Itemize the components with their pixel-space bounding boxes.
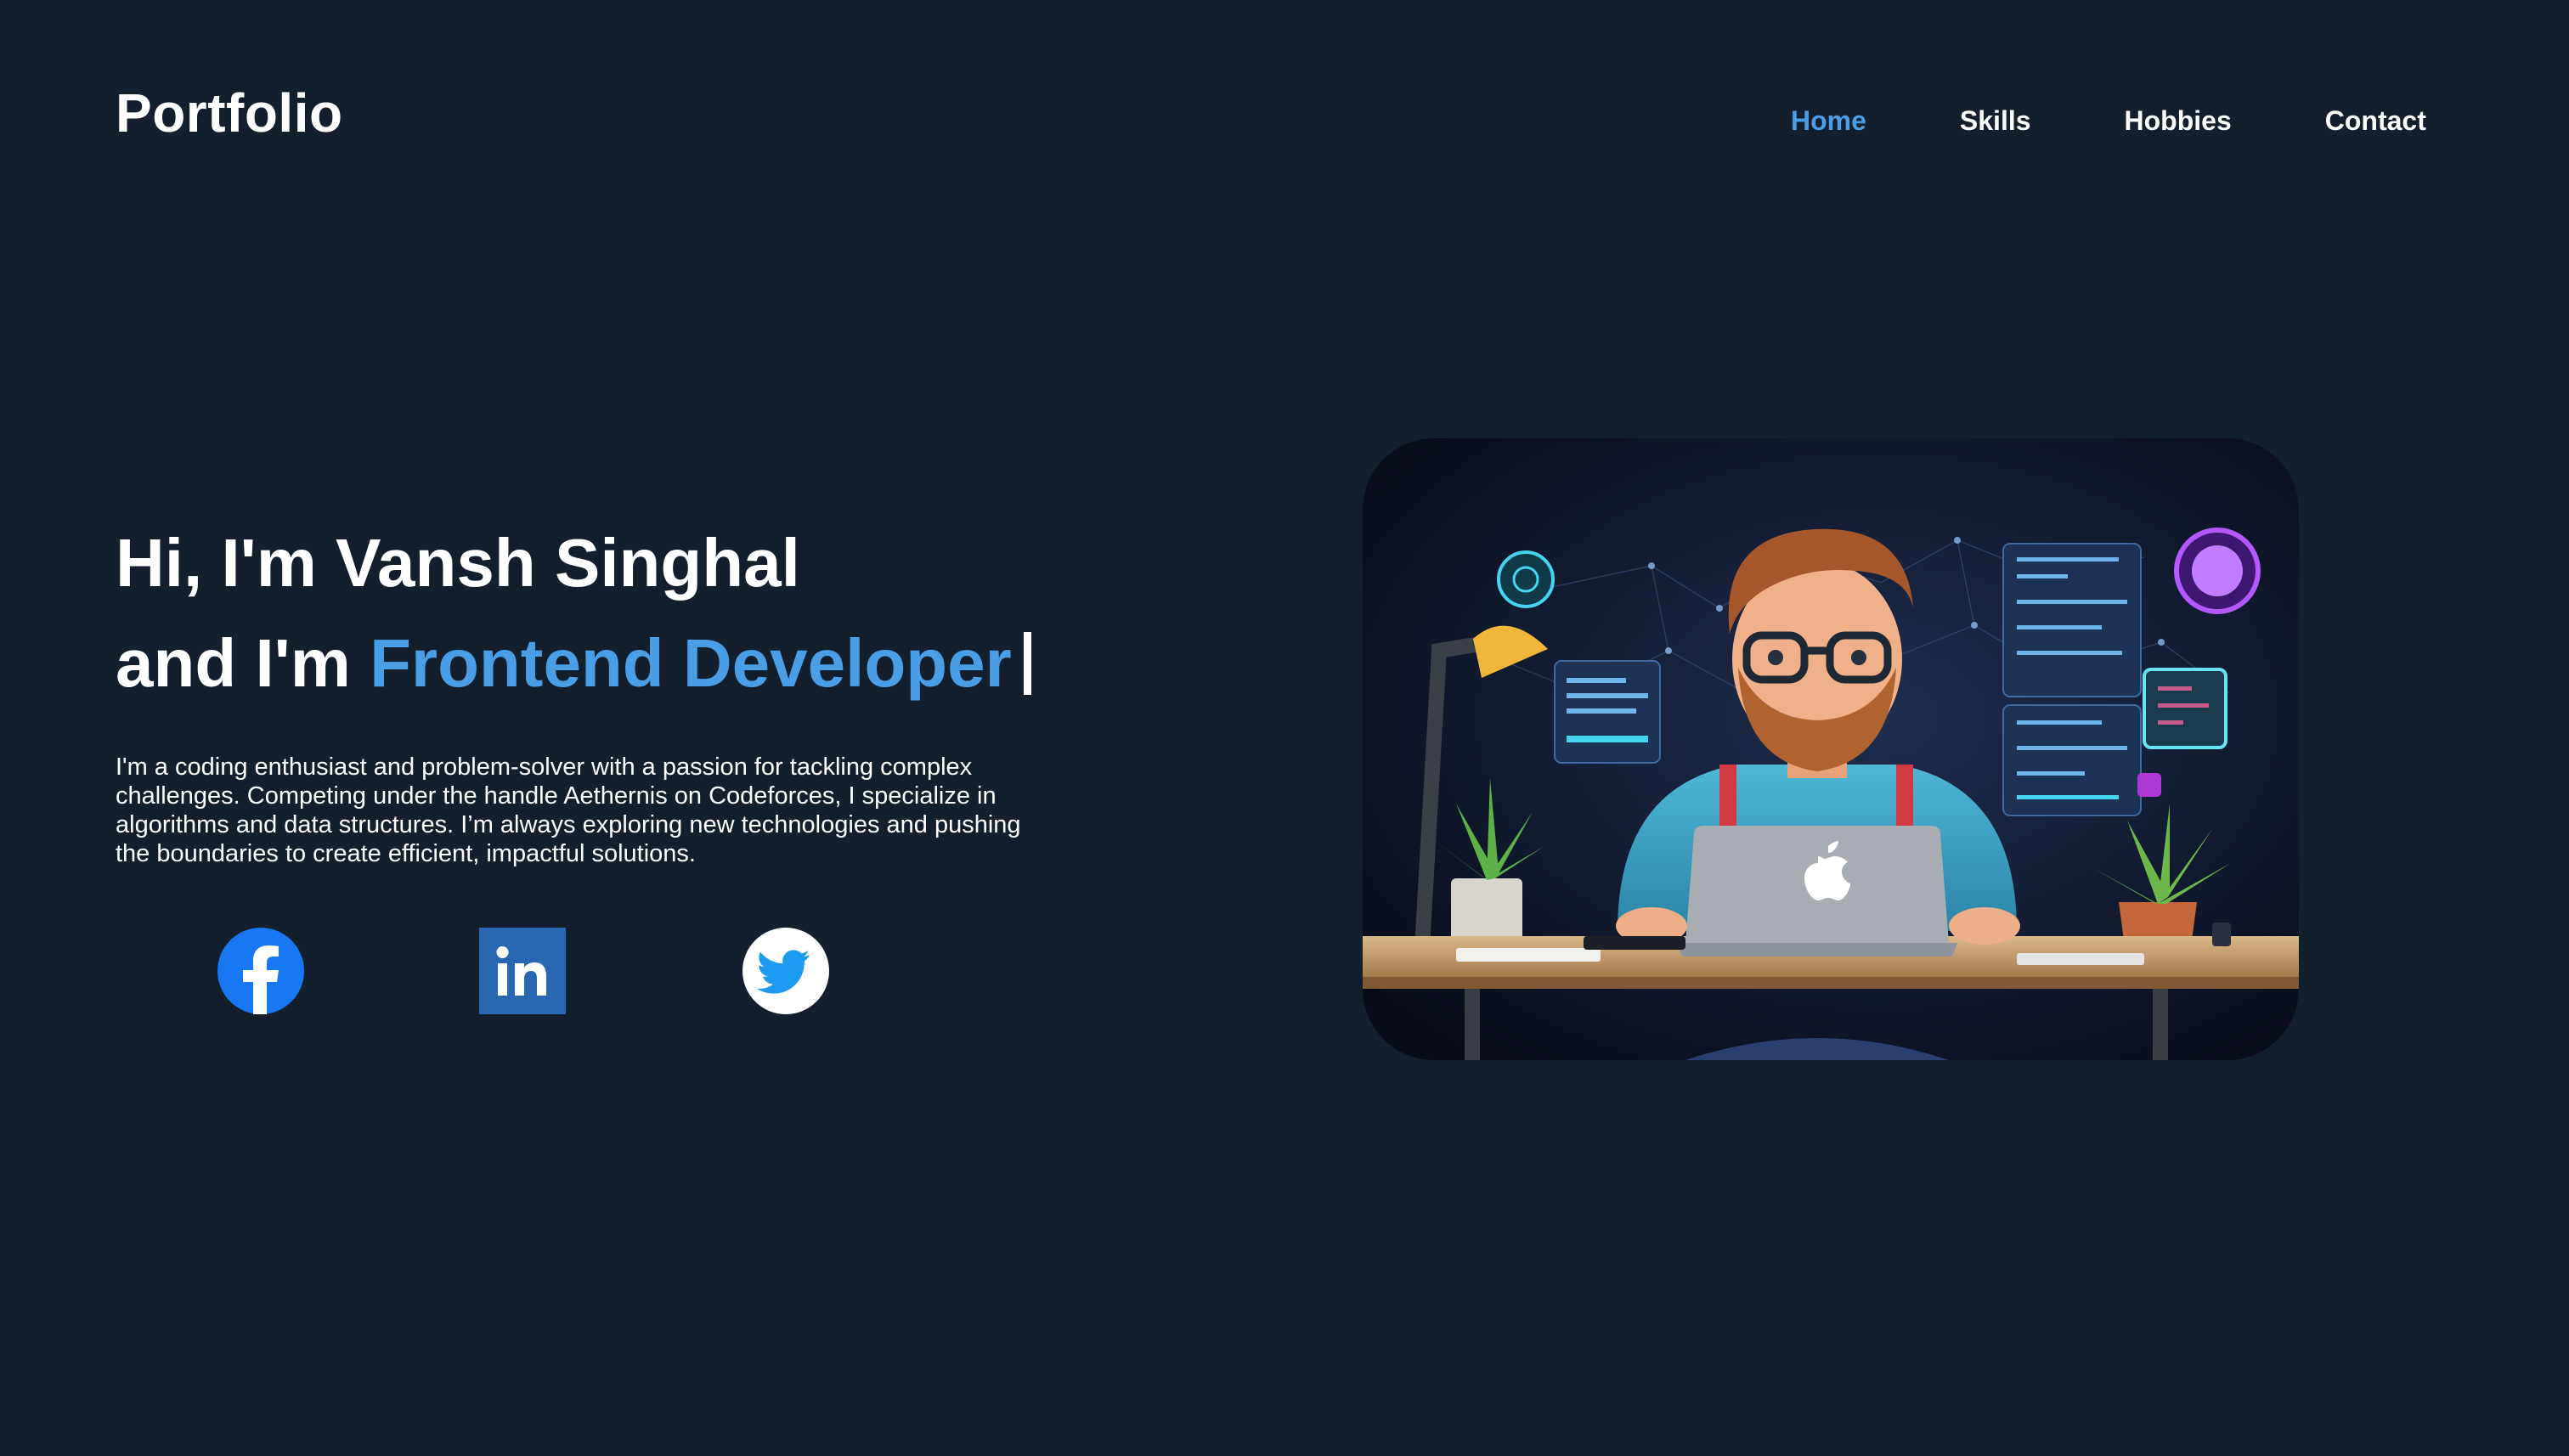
facebook-icon[interactable] [217,928,304,1014]
nav-hobbies-link[interactable]: Hobbies [2125,105,2232,137]
site-logo[interactable]: Portfolio [116,82,343,144]
nav-contact-link[interactable]: Contact [2325,105,2426,137]
linkedin-icon[interactable] [479,928,566,1014]
nav-skills-link[interactable]: Skills [1960,105,2031,137]
twitter-icon[interactable] [742,928,829,1014]
hero-role-prefix: and I'm [116,625,370,701]
hero-heading: Hi, I'm Vansh Singhal and I'm Frontend D… [116,513,1031,714]
nav-home-link[interactable]: Home [1791,105,1866,137]
hero-greeting: Hi, I'm Vansh Singhal [116,525,800,601]
social-links [217,928,829,1014]
hero-role-typed: Frontend Developer [370,625,1012,701]
main-nav: Home Skills Hobbies Contact [1791,105,2426,137]
developer-illustration [1363,438,2299,1060]
hero-bio: I'm a coding enthusiast and problem-solv… [116,753,1021,867]
typing-caret [1023,632,1031,695]
portfolio-page: Portfolio Home Skills Hobbies Contact Hi… [0,0,2569,1456]
